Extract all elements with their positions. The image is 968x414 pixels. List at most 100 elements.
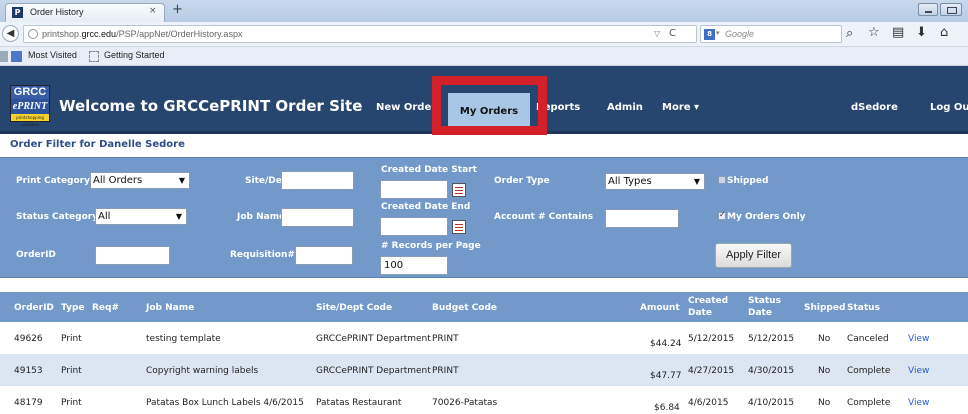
col-type[interactable]: Type (61, 303, 84, 313)
status-category-select[interactable]: All ▼ (95, 208, 187, 225)
search-magnifier-icon[interactable]: ⌕ (846, 26, 853, 41)
orderid-label: OrderID (16, 250, 56, 260)
col-orderid[interactable]: OrderID (14, 303, 54, 313)
downloads-icon[interactable]: ⬇ (916, 25, 927, 40)
cell-amount: $47.77 (650, 371, 682, 381)
job-name-input[interactable] (281, 208, 354, 227)
my-orders-only-checkbox[interactable]: ✓ (718, 210, 726, 220)
menu-more[interactable]: More ▾ (662, 102, 699, 113)
col-created-line1[interactable]: Created (688, 296, 728, 306)
filter-title: Order Filter for Danelle Sedore (10, 139, 185, 150)
cell-orderid: 48179 (14, 398, 43, 408)
col-site-dept[interactable]: Site/Dept Code (316, 303, 392, 313)
col-shipped[interactable]: Shipped (804, 303, 845, 313)
cell-job-name: testing template (146, 334, 221, 344)
cell-created: 4/6/2015 (688, 398, 729, 408)
cell-created: 4/27/2015 (688, 366, 735, 376)
back-arrow-icon[interactable]: ◀ (2, 25, 19, 42)
cell-shipped: No (818, 334, 831, 344)
globe-icon (28, 29, 38, 39)
home-icon[interactable]: ⌂ (940, 25, 948, 40)
search-placeholder: Google (725, 29, 755, 39)
window-maximize-button[interactable] (940, 3, 962, 16)
apply-filter-button[interactable]: Apply Filter (715, 243, 792, 268)
shipped-checkbox[interactable] (718, 176, 726, 184)
browser-tab[interactable]: P Order History × (5, 3, 165, 22)
col-amount[interactable]: Amount (640, 303, 680, 313)
account-contains-label: Account # Contains (494, 212, 594, 222)
menu-new-order[interactable]: New Order (376, 102, 436, 113)
cell-created: 5/12/2015 (688, 334, 735, 344)
cell-status-date: 4/10/2015 (748, 398, 795, 408)
col-job-name[interactable]: Job Name (146, 303, 194, 313)
account-contains-input[interactable] (605, 209, 679, 228)
bookmark-page-icon (0, 51, 8, 62)
site-title: Welcome to GRCCePRINT Order Site (59, 97, 363, 115)
col-req[interactable]: Req# (92, 303, 119, 313)
cell-amount: $6.84 (654, 403, 680, 413)
menu-user[interactable]: dSedore (851, 102, 898, 113)
col-status-date-line2[interactable]: Date (748, 308, 772, 318)
bookmark-star-icon[interactable]: ☆ (868, 25, 880, 40)
calendar-start-icon[interactable] (452, 183, 466, 197)
reload-icon[interactable]: C (669, 28, 676, 39)
requisition-input[interactable] (295, 246, 353, 265)
most-visited-icon (11, 51, 22, 62)
table-row: 49626 Print testing template GRCCePRINT … (0, 322, 968, 354)
new-tab-icon[interactable]: + (172, 2, 183, 17)
view-link[interactable]: View (908, 334, 929, 344)
url-text: printshop.grcc.edu/PSP/appNet/OrderHisto… (42, 29, 243, 39)
view-link[interactable]: View (908, 366, 929, 376)
calendar-end-icon[interactable] (452, 220, 466, 234)
bookmarks-menu-icon[interactable]: ▤ (892, 25, 904, 40)
site-dept-input[interactable] (281, 171, 354, 190)
created-start-input[interactable] (380, 180, 448, 199)
cell-budget: 70026-Patatas (432, 398, 498, 408)
cell-type: Print (61, 398, 82, 408)
cell-job-name: Patatas Box Lunch Labels 4/6/2015 (146, 398, 304, 408)
url-dropdown-icon[interactable]: ▽ (654, 29, 660, 38)
created-end-input[interactable] (380, 217, 448, 236)
bookmarks-bar: Most Visited Getting Started (0, 47, 968, 66)
col-status[interactable]: Status (847, 303, 880, 313)
tab-title: Order History (30, 7, 84, 17)
records-per-page-label: # Records per Page (381, 241, 481, 251)
col-budget-code[interactable]: Budget Code (432, 303, 497, 313)
select-arrow-icon: ▼ (175, 212, 182, 221)
order-type-select[interactable]: All Types ▼ (605, 173, 705, 190)
cell-status-date: 5/12/2015 (748, 334, 795, 344)
col-created-line2[interactable]: Date (688, 308, 712, 318)
bookmark-most-visited[interactable]: Most Visited (28, 50, 77, 60)
print-category-select[interactable]: All Orders ▼ (90, 172, 190, 189)
bookmark-getting-started[interactable]: Getting Started (104, 50, 165, 60)
col-status-date-line1[interactable]: Status (748, 296, 781, 306)
address-bar[interactable]: printshop.grcc.edu/PSP/appNet/OrderHisto… (23, 25, 697, 43)
job-name-label: Job Name (237, 212, 286, 222)
table-row: 49153 Print Copyright warning labels GRC… (0, 354, 968, 386)
menu-admin[interactable]: Admin (607, 102, 643, 113)
cell-amount: $44.24 (650, 339, 682, 349)
tab-close-icon[interactable]: × (149, 6, 157, 16)
search-box[interactable]: 8 ▾ Google (700, 25, 842, 43)
cell-budget: PRINT (432, 366, 459, 376)
table-row: 48179 Print Patatas Box Lunch Labels 4/6… (0, 386, 968, 414)
view-link[interactable]: View (908, 398, 929, 408)
window-minimize-button[interactable] (918, 3, 938, 16)
order-type-label: Order Type (494, 176, 550, 186)
grcc-eprint-logo[interactable]: GRCC ePRINT printshopping solutions (10, 85, 50, 127)
print-category-label: Print Category (16, 176, 90, 186)
cell-status: Complete (847, 366, 891, 376)
search-engine-icon[interactable]: 8 (704, 29, 715, 40)
cell-site: GRCCePRINT Department (316, 334, 431, 344)
cell-status: Complete (847, 398, 891, 408)
cell-site: Patatas Restaurant (316, 398, 402, 408)
menu-logout[interactable]: Log Out (930, 102, 968, 113)
cell-status: Canceled (847, 334, 889, 344)
status-category-label: Status Category (16, 212, 99, 222)
engine-dropdown-icon[interactable]: ▾ (716, 29, 720, 37)
cell-budget: PRINT (432, 334, 459, 344)
shipped-label: Shipped (727, 176, 769, 186)
cell-site: GRCCePRINT Department (316, 366, 431, 376)
records-per-page-input[interactable]: 100 (380, 256, 448, 275)
orderid-input[interactable] (95, 246, 170, 265)
